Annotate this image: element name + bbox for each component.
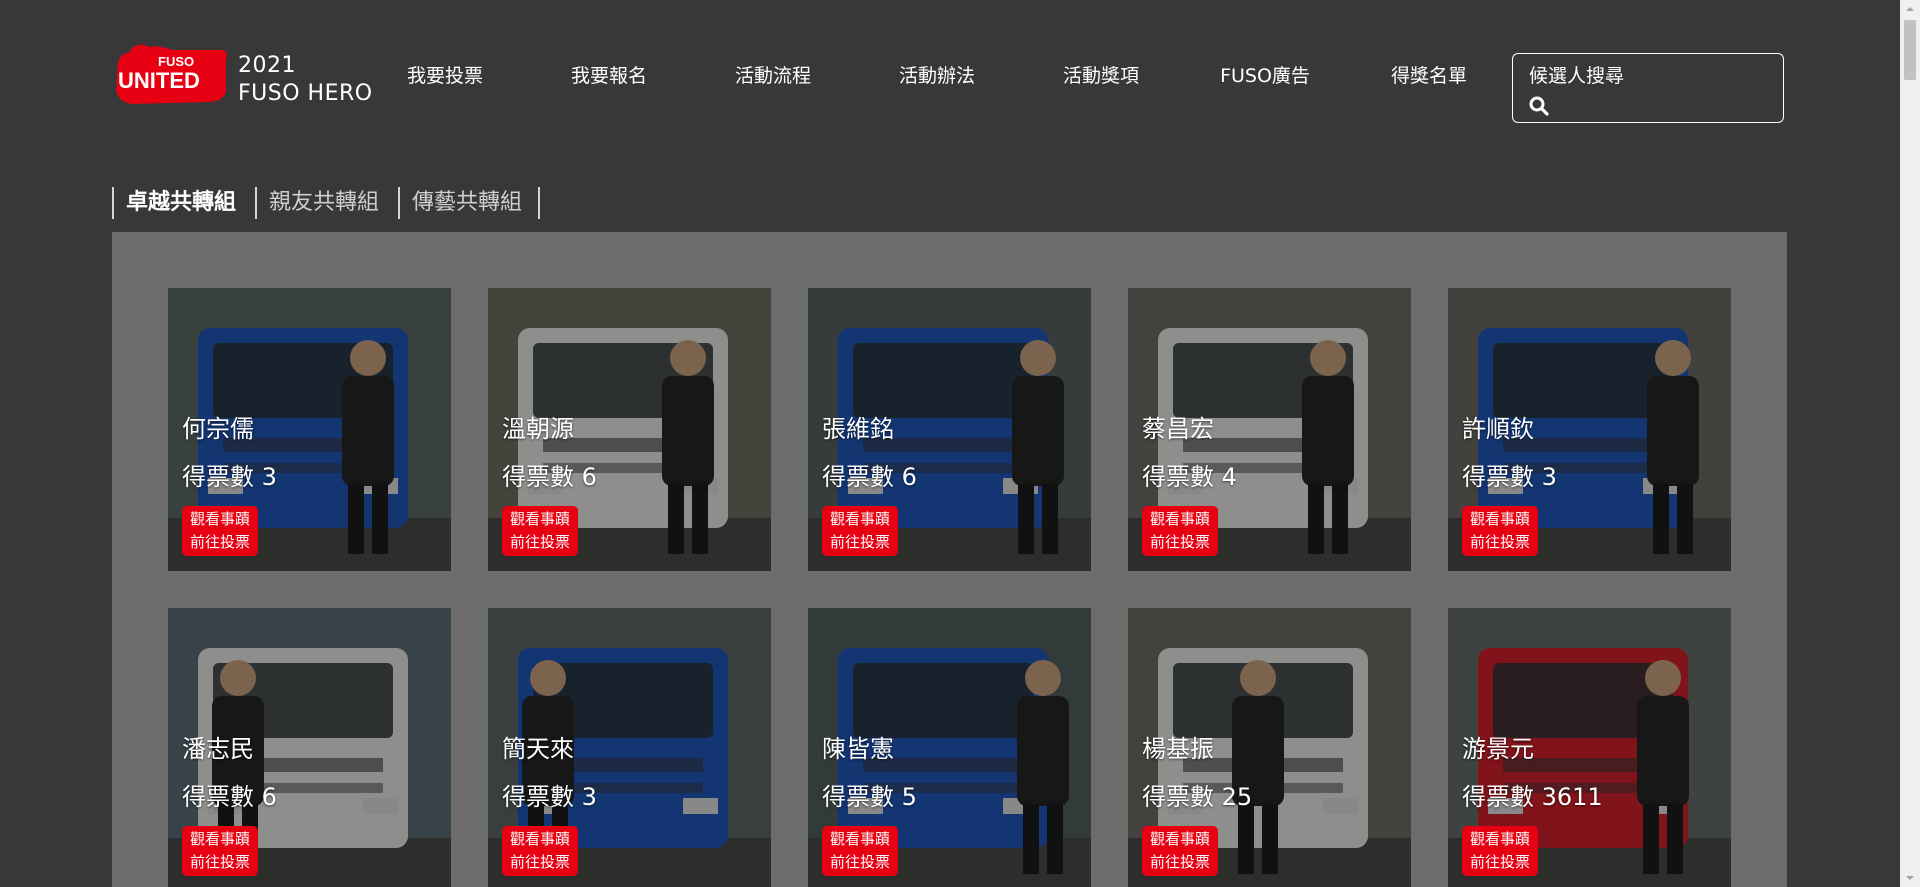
candidate-actions: 觀看事蹟 前往投票: [182, 826, 258, 876]
candidate-card[interactable]: 游景元得票數 3611 觀看事蹟 前往投票: [1448, 608, 1731, 887]
candidate-name: 簡天來: [502, 735, 574, 763]
nav-process[interactable]: 活動流程: [698, 56, 848, 96]
candidate-actions: 觀看事蹟 前往投票: [1462, 826, 1538, 876]
scroll-thumb[interactable]: [1904, 20, 1916, 80]
candidate-name: 溫朝源: [502, 415, 574, 443]
tab-excellence[interactable]: 卓越共轉組: [112, 187, 255, 219]
scroll-up-arrow-icon[interactable]: [1900, 0, 1920, 18]
candidate-card[interactable]: 張維銘得票數 6 觀看事蹟 前往投票: [808, 288, 1091, 571]
candidate-name: 游景元: [1462, 735, 1534, 763]
brand-year: 2021: [238, 53, 296, 78]
candidate-actions: 觀看事蹟 前往投票: [1142, 506, 1218, 556]
logo-top-text: FUSO: [158, 54, 194, 69]
go-vote-button[interactable]: 前往投票: [1462, 851, 1538, 874]
nav-ads[interactable]: FUSO廣告: [1190, 56, 1340, 96]
candidate-votes: 得票數 3: [502, 783, 597, 811]
candidate-actions: 觀看事蹟 前往投票: [182, 506, 258, 556]
candidate-card[interactable]: 陳皆憲得票數 5 觀看事蹟 前往投票: [808, 608, 1091, 887]
nav-vote[interactable]: 我要投票: [370, 56, 520, 96]
candidate-card[interactable]: 潘志民得票數 6 觀看事蹟 前往投票: [168, 608, 451, 887]
go-vote-button[interactable]: 前往投票: [1462, 531, 1538, 554]
candidate-votes: 得票數 3611: [1462, 783, 1603, 811]
candidate-search[interactable]: 候選人搜尋: [1512, 53, 1784, 123]
search-label: 候選人搜尋: [1529, 65, 1625, 87]
view-story-button[interactable]: 觀看事蹟: [182, 828, 258, 851]
scrollbar[interactable]: [1900, 0, 1920, 887]
candidate-actions: 觀看事蹟 前往投票: [1142, 826, 1218, 876]
view-story-button[interactable]: 觀看事蹟: [822, 828, 898, 851]
candidate-name: 蔡昌宏: [1142, 415, 1214, 443]
go-vote-button[interactable]: 前往投票: [502, 851, 578, 874]
view-story-button[interactable]: 觀看事蹟: [502, 508, 578, 531]
candidate-card[interactable]: 溫朝源得票數 6 觀看事蹟 前往投票: [488, 288, 771, 571]
candidate-votes: 得票數 6: [182, 783, 277, 811]
candidate-actions: 觀看事蹟 前往投票: [502, 506, 578, 556]
go-vote-button[interactable]: 前往投票: [182, 531, 258, 554]
go-vote-button[interactable]: 前往投票: [822, 851, 898, 874]
candidate-name: 潘志民: [182, 735, 254, 763]
view-story-button[interactable]: 觀看事蹟: [1462, 508, 1538, 531]
page: FUSO UNITED 2021 FUSO HERO 我要投票 我要報名 活動流…: [0, 0, 1920, 887]
candidate-name: 楊基振: [1142, 735, 1214, 763]
candidate-card[interactable]: 簡天來得票數 3 觀看事蹟 前往投票: [488, 608, 771, 887]
go-vote-button[interactable]: 前往投票: [502, 531, 578, 554]
candidate-name: 何宗儒: [182, 415, 254, 443]
candidate-actions: 觀看事蹟 前往投票: [1462, 506, 1538, 556]
nav-rules[interactable]: 活動辦法: [862, 56, 1012, 96]
candidate-name: 張維銘: [822, 415, 894, 443]
view-story-button[interactable]: 觀看事蹟: [1142, 508, 1218, 531]
go-vote-button[interactable]: 前往投票: [822, 531, 898, 554]
scroll-down-arrow-icon[interactable]: [1900, 869, 1920, 887]
search-icon[interactable]: [1529, 96, 1549, 116]
candidate-votes: 得票數 6: [502, 463, 597, 491]
candidate-name: 許順欽: [1462, 415, 1534, 443]
go-vote-button[interactable]: 前往投票: [182, 851, 258, 874]
candidate-votes: 得票數 6: [822, 463, 917, 491]
view-story-button[interactable]: 觀看事蹟: [502, 828, 578, 851]
candidate-name: 陳皆憲: [822, 735, 894, 763]
view-story-button[interactable]: 觀看事蹟: [1462, 828, 1538, 851]
candidate-card[interactable]: 許順欽得票數 3 觀看事蹟 前往投票: [1448, 288, 1731, 571]
logo-main-text: UNITED: [118, 68, 200, 93]
view-story-button[interactable]: 觀看事蹟: [822, 508, 898, 531]
view-story-button[interactable]: 觀看事蹟: [182, 508, 258, 531]
candidate-votes: 得票數 25: [1142, 783, 1253, 811]
candidate-actions: 觀看事蹟 前往投票: [822, 826, 898, 876]
brand-name: FUSO HERO: [238, 81, 373, 106]
candidate-votes: 得票數 5: [822, 783, 917, 811]
nav-register[interactable]: 我要報名: [534, 56, 684, 96]
tab-heritage[interactable]: 傳藝共轉組: [398, 187, 538, 219]
candidate-votes: 得票數 3: [182, 463, 277, 491]
candidate-grid: 何宗儒 得票數 3 觀看事蹟 前往投票 溫朝源 得票數 6 觀看事蹟 前往投票 張維銘 得票數 6…: [112, 232, 1787, 887]
fuso-united-logo[interactable]: FUSO UNITED: [112, 42, 230, 108]
candidate-votes: 得票數 3: [1462, 463, 1557, 491]
candidate-actions: 觀看事蹟 前往投票: [822, 506, 898, 556]
nav-winners[interactable]: 得獎名單: [1354, 56, 1504, 96]
candidate-votes: 得票數 4: [1142, 463, 1237, 491]
candidate-actions: 觀看事蹟 前往投票: [502, 826, 578, 876]
candidate-card[interactable]: 何宗儒得票數 3 觀看事蹟 前往投票: [168, 288, 451, 571]
go-vote-button[interactable]: 前往投票: [1142, 531, 1218, 554]
tab-divider: [538, 187, 540, 219]
candidate-card[interactable]: 楊基振得票數 25 觀看事蹟 前往投票: [1128, 608, 1411, 887]
tab-friends-family[interactable]: 親友共轉組: [255, 187, 398, 219]
brand-title: 2021 FUSO HERO: [238, 52, 373, 108]
search-input[interactable]: [1557, 92, 1771, 120]
go-vote-button[interactable]: 前往投票: [1142, 851, 1218, 874]
nav-prizes[interactable]: 活動獎項: [1026, 56, 1176, 96]
candidate-card[interactable]: 蔡昌宏得票數 4 觀看事蹟 前往投票: [1128, 288, 1411, 571]
view-story-button[interactable]: 觀看事蹟: [1142, 828, 1218, 851]
